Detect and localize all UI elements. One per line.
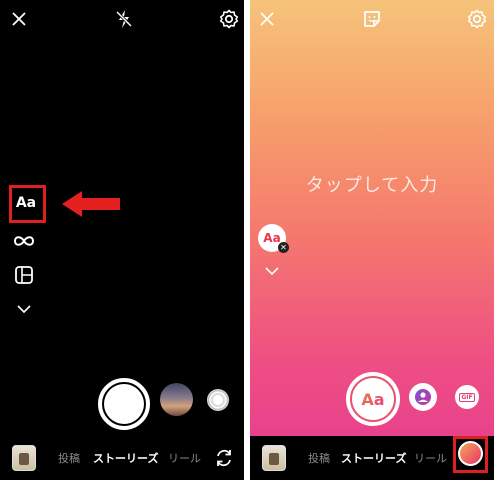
arrow-pointer <box>60 189 122 219</box>
settings-icon[interactable] <box>218 8 240 30</box>
effect-dial[interactable] <box>207 389 229 411</box>
gallery-thumbnail[interactable] <box>12 445 36 471</box>
mode-reels[interactable]: リール <box>414 450 447 466</box>
color-picker-button[interactable] <box>458 441 483 466</box>
sticker-icon[interactable] <box>361 8 383 30</box>
create-mode-screen: タップして入力 Aa ✕ Aa GIF 投稿 ストーリーズ リール <box>250 0 494 480</box>
create-button-label: Aa <box>361 389 385 409</box>
effect-thumbnail[interactable] <box>160 383 193 416</box>
text-tool-button[interactable]: Aa <box>12 195 40 211</box>
mode-stories[interactable]: ストーリーズ <box>341 450 406 466</box>
mode-bar: 投稿 ストーリーズ リール <box>0 436 244 480</box>
mode-post[interactable]: 投稿 <box>308 450 330 466</box>
chevron-down-icon[interactable] <box>16 303 32 315</box>
boomerang-icon[interactable] <box>12 233 36 249</box>
mode-stories[interactable]: ストーリーズ <box>93 450 158 466</box>
camera-screen: Aa 投稿 ストーリーズ リール <box>0 0 244 480</box>
mode-reels[interactable]: リール <box>168 450 201 466</box>
flash-off-icon[interactable] <box>114 8 134 30</box>
layout-icon[interactable] <box>13 264 35 286</box>
mode-post[interactable]: 投稿 <box>58 450 80 466</box>
close-icon[interactable] <box>258 10 276 28</box>
settings-icon[interactable] <box>466 8 488 30</box>
close-badge-icon[interactable]: ✕ <box>278 242 289 253</box>
gif-label: GIF <box>459 392 475 402</box>
close-icon[interactable] <box>10 10 28 28</box>
text-input-placeholder[interactable]: タップして入力 <box>250 171 494 197</box>
flip-camera-icon[interactable] <box>212 446 236 470</box>
shutter-button-inner[interactable] <box>104 384 144 424</box>
mention-icon[interactable] <box>409 383 437 411</box>
create-button[interactable]: Aa <box>350 376 396 422</box>
gallery-thumbnail[interactable] <box>262 445 286 471</box>
gif-button[interactable]: GIF <box>455 385 479 409</box>
chevron-down-icon[interactable] <box>264 265 280 277</box>
